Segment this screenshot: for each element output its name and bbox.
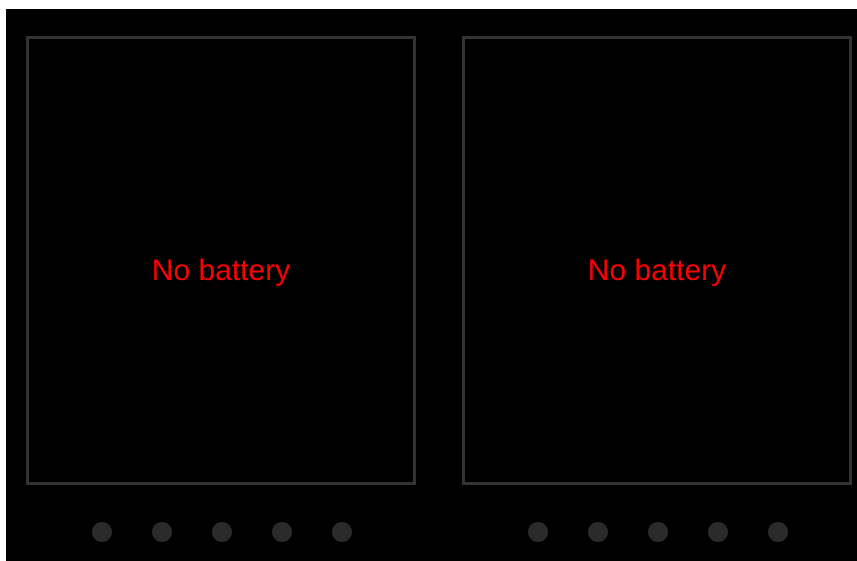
charge-indicator-dot [528,522,548,542]
charge-indicator-dot [768,522,788,542]
charge-indicator-dot [332,522,352,542]
charger-display: No battery No battery [6,9,857,561]
charge-indicator-dot [708,522,728,542]
charge-indicator-dot [648,522,668,542]
charge-indicator-dot [272,522,292,542]
battery-slot-2-status: No battery [587,254,727,287]
battery-slot-2: No battery [462,36,852,485]
battery-slot-1-status: No battery [151,254,291,287]
charge-indicator-dot [92,522,112,542]
battery-slot-2-indicators [528,522,788,544]
charge-indicator-dot [152,522,172,542]
battery-slot-1-indicators [92,522,352,544]
charge-indicator-dot [212,522,232,542]
charge-indicator-dot [588,522,608,542]
battery-slot-1: No battery [26,36,416,485]
